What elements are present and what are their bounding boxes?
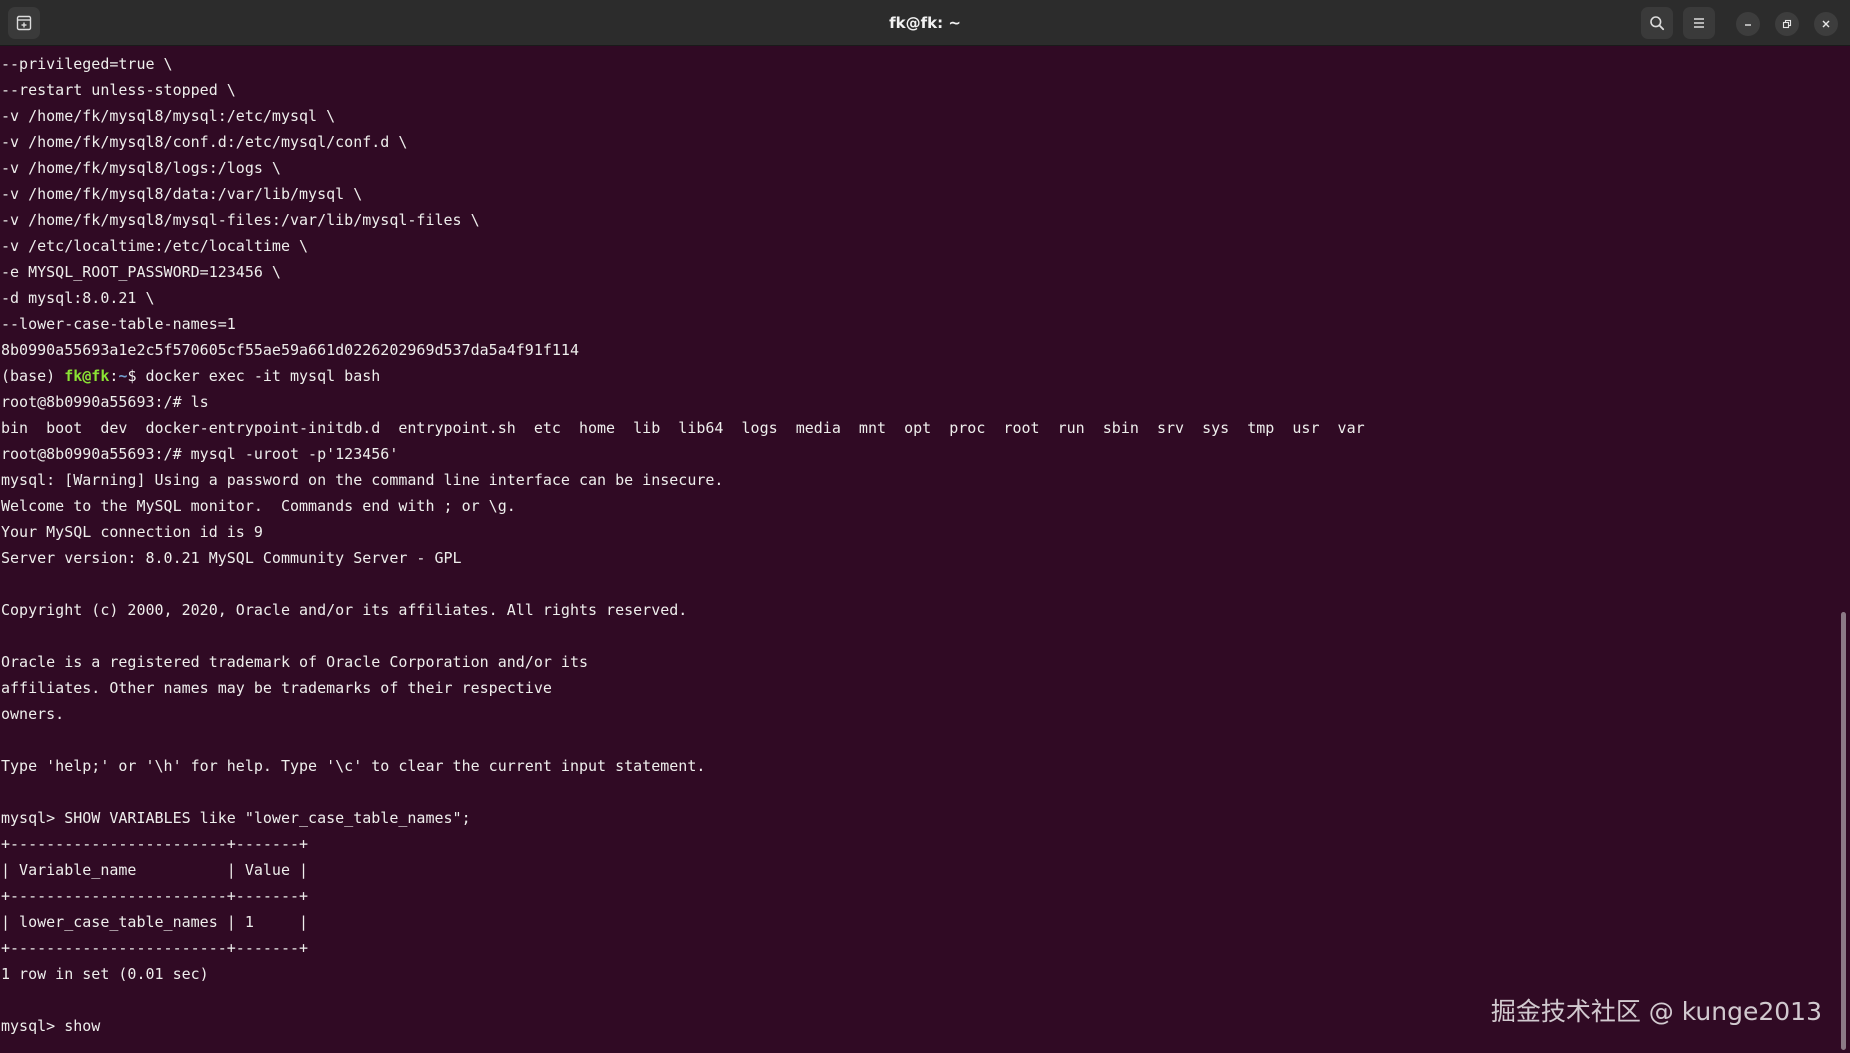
terminal-line: mysql: [Warning] Using a password on the… [1,471,724,489]
terminal-line: +------------------------+-------+ [1,887,309,905]
search-button[interactable] [1641,7,1673,39]
terminal-line: -e MYSQL_ROOT_PASSWORD=123456 \ [1,263,281,281]
terminal-line: -v /home/fk/mysql8/data:/var/lib/mysql \ [1,185,363,203]
menu-button[interactable] [1683,7,1715,39]
title-bar: fk@fk: ~ [0,0,1850,46]
terminal-line: -v /home/fk/mysql8/logs:/logs \ [1,159,281,177]
terminal-line: -d mysql:8.0.21 \ [1,289,155,307]
close-button[interactable] [1814,12,1838,36]
terminal-line: --lower-case-table-names=1 [1,315,236,333]
terminal-line: 1 row in set (0.01 sec) [1,965,209,983]
terminal-line: --restart unless-stopped \ [1,81,236,99]
scrollbar-thumb[interactable] [1841,612,1846,1050]
prompt-dollar: $ [127,367,146,385]
terminal-line: Oracle is a registered trademark of Orac… [1,653,588,671]
prompt-user-host: fk@fk [64,367,110,385]
prompt-command: docker exec -it mysql bash [145,367,381,385]
terminal-window: fk@fk: ~ --privileged=true \ --restart u… [0,0,1850,1053]
hamburger-menu-icon [1692,17,1706,29]
terminal-line: bin boot dev docker-entrypoint-initdb.d … [1,419,1365,437]
terminal-output[interactable]: --privileged=true \ --restart unless-sto… [0,48,1836,1053]
terminal-line: | Variable_name | Value | [1,861,309,879]
search-icon [1649,15,1665,31]
terminal-line: root@8b0990a55693:/# ls [1,393,209,411]
maximize-button[interactable] [1775,12,1799,36]
terminal-line: Type 'help;' or '\h' for help. Type '\c'… [1,757,706,775]
terminal-line: | lower_case_table_names | 1 | [1,913,309,931]
terminal-line: -v /home/fk/mysql8/conf.d:/etc/mysql/con… [1,133,408,151]
close-icon [1821,19,1831,29]
minimize-icon [1743,19,1753,29]
terminal-line: -v /etc/localtime:/etc/localtime \ [1,237,309,255]
terminal-line: Welcome to the MySQL monitor. Commands e… [1,497,516,515]
window-title: fk@fk: ~ [889,14,961,32]
terminal-line: Server version: 8.0.21 MySQL Community S… [1,549,462,567]
terminal-line: owners. [1,705,65,723]
terminal-line: root@8b0990a55693:/# mysql -uroot -p'123… [1,445,399,463]
watermark: 掘金技术社区 @ kunge2013 [1490,997,1822,1026]
terminal-line: -v /home/fk/mysql8/mysql-files:/var/lib/… [1,211,480,229]
terminal-line: -v /home/fk/mysql8/mysql:/etc/mysql \ [1,107,336,125]
maximize-icon [1782,19,1792,29]
terminal-line: Your MySQL connection id is 9 [1,523,263,541]
minimize-button[interactable] [1736,12,1760,36]
terminal-scrollbar[interactable] [1836,48,1850,1053]
terminal-line: Copyright (c) 2000, 2020, Oracle and/or … [1,601,688,619]
terminal-line: +------------------------+-------+ [1,835,309,853]
terminal-line: 8b0990a55693a1e2c5f570605cf55ae59a661d02… [1,341,579,359]
terminal-line: --privileged=true \ [1,55,173,73]
terminal-line: affiliates. Other names may be trademark… [1,679,552,697]
conda-env: (base) [1,367,65,385]
shell-prompt-line: (base) fk@fk:~$ docker exec -it mysql ba… [1,363,1836,389]
terminal-line: +------------------------+-------+ [1,939,309,957]
terminal-line: mysql> SHOW VARIABLES like "lower_case_t… [1,809,471,827]
